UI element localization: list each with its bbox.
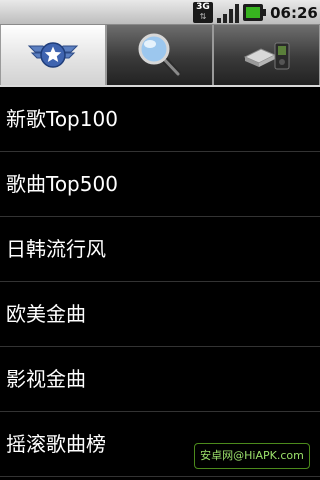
list-item-label: 欧美金曲 bbox=[6, 302, 86, 326]
app-screen: 3G ⇅ 06:26 新歌Top100 歌曲Top500 日韩流行风 欧美金曲 … bbox=[0, 0, 320, 480]
chart-list: 新歌Top100 歌曲Top500 日韩流行风 欧美金曲 影视金曲 摇滚歌曲榜 bbox=[0, 87, 320, 480]
tab-rank[interactable] bbox=[1, 25, 105, 85]
tab-bar bbox=[0, 25, 320, 87]
signal-strength-icon bbox=[217, 3, 239, 23]
battery-charging-icon bbox=[243, 4, 267, 21]
list-item-label: 日韩流行风 bbox=[6, 237, 106, 261]
list-item-label: 歌曲Top500 bbox=[6, 172, 118, 196]
list-item[interactable]: 日韩流行风 bbox=[0, 217, 320, 282]
status-bar: 3G ⇅ 06:26 bbox=[0, 0, 320, 25]
list-item[interactable]: 新歌Top100 bbox=[0, 87, 320, 152]
list-item[interactable]: 影视金曲 bbox=[0, 347, 320, 412]
tab-local[interactable] bbox=[214, 25, 319, 85]
watermark: 安卓网@HiAPK.com bbox=[194, 443, 310, 469]
list-item[interactable]: 歌曲Top500 bbox=[0, 152, 320, 217]
magnifier-icon bbox=[138, 33, 181, 78]
list-item[interactable]: 欧美金曲 bbox=[0, 282, 320, 347]
tab-search[interactable] bbox=[107, 25, 212, 85]
list-item-label: 新歌Top100 bbox=[6, 107, 118, 131]
network-3g-icon: 3G ⇅ bbox=[193, 2, 213, 23]
status-clock: 06:26 bbox=[270, 4, 318, 22]
list-item-label: 影视金曲 bbox=[6, 367, 86, 391]
list-item-label: 摇滚歌曲榜 bbox=[6, 432, 106, 456]
data-activity-icon: ⇅ bbox=[199, 12, 207, 21]
usb-drive-icon bbox=[243, 42, 289, 70]
badge-star-icon bbox=[27, 42, 79, 68]
